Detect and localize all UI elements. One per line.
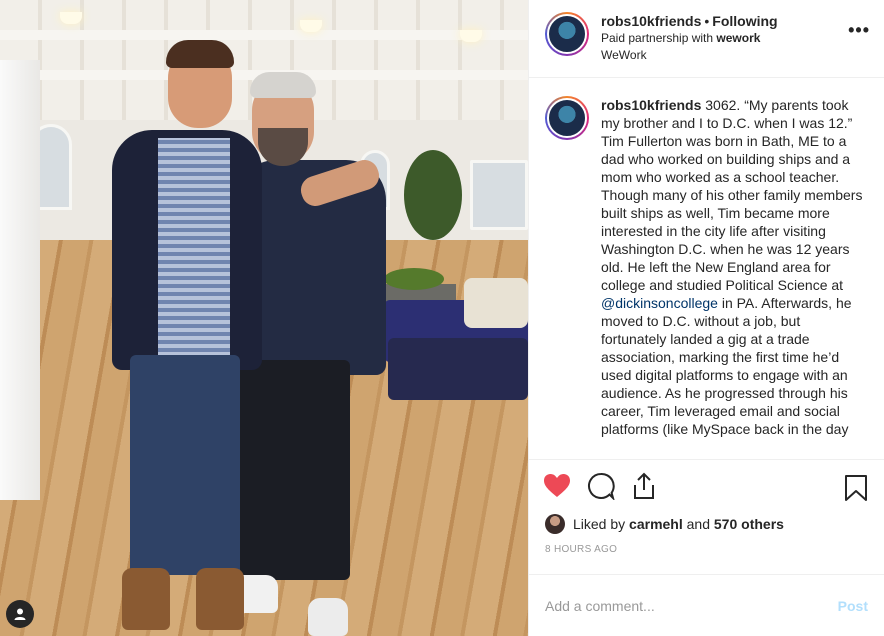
following-button[interactable]: Following xyxy=(712,13,777,29)
instagram-post: robs10kfriends • Following Paid partnershi… xyxy=(0,0,884,636)
avatar[interactable] xyxy=(545,96,589,140)
post-timestamp[interactable]: 8 HOURS AGO xyxy=(529,536,884,574)
likes-prefix: Liked by xyxy=(573,516,626,532)
photo-person xyxy=(196,568,244,630)
share-icon[interactable] xyxy=(631,472,657,500)
mention-link[interactable]: @dickinsoncollege xyxy=(601,295,718,311)
post-photo[interactable] xyxy=(0,0,528,636)
caption-text: in PA. Afterwards, he moved to D.C. with… xyxy=(601,295,852,437)
bookmark-icon[interactable] xyxy=(844,474,868,502)
caption-username[interactable]: robs10kfriends xyxy=(601,97,701,113)
header-username[interactable]: robs10kfriends xyxy=(601,13,701,29)
avatar[interactable] xyxy=(545,12,589,56)
photo-plant xyxy=(384,268,444,290)
photo-ceiling-light xyxy=(300,20,322,32)
caption: robs10kfriends 3062. “My parents took my… xyxy=(601,96,867,459)
action-bar xyxy=(529,460,884,512)
photo-column xyxy=(0,60,40,500)
likes-middle: and xyxy=(686,516,710,532)
comment-input[interactable] xyxy=(545,597,838,614)
photo-person xyxy=(158,138,230,360)
likes-count-link[interactable]: 570 others xyxy=(714,516,784,532)
caption-area: robs10kfriends 3062. “My parents took my… xyxy=(529,78,884,460)
location-link[interactable]: WeWork xyxy=(601,47,778,64)
comment-icon[interactable] xyxy=(587,472,615,500)
avatar-image xyxy=(547,98,587,138)
photo-ceiling-light xyxy=(460,30,482,42)
header-separator: • xyxy=(704,13,710,29)
photo-window xyxy=(470,160,528,230)
header-text: robs10kfriends • Following Paid partnershi… xyxy=(601,13,778,64)
photo-person xyxy=(130,355,240,575)
partnership-prefix: Paid partnership with xyxy=(601,31,717,45)
caption-text: 3062. “My parents took my brother and I … xyxy=(601,97,863,293)
partnership-line: Paid partnership with wework xyxy=(601,30,778,47)
photo-person xyxy=(308,598,348,636)
partner-link[interactable]: wework xyxy=(716,31,760,45)
post-side-panel: robs10kfriends • Following Paid partnershi… xyxy=(528,0,884,636)
photo-person xyxy=(122,568,170,630)
photo-plant xyxy=(404,150,462,240)
photo-sofa xyxy=(388,338,528,400)
avatar-image xyxy=(547,14,587,54)
user-tag-icon[interactable] xyxy=(6,600,34,628)
photo-person xyxy=(250,72,316,98)
more-options-button[interactable]: ••• xyxy=(848,20,870,41)
photo-person xyxy=(166,40,234,68)
post-header: robs10kfriends • Following Paid partnershi… xyxy=(529,0,884,78)
comment-box: Post xyxy=(529,574,884,636)
liker-username[interactable]: carmehl xyxy=(629,516,683,532)
liker-avatar[interactable] xyxy=(545,514,565,534)
photo-person xyxy=(240,360,350,580)
photo-ceiling-light xyxy=(60,12,82,24)
photo-cushion xyxy=(464,278,528,328)
heart-icon[interactable] xyxy=(543,473,571,499)
likes-summary: Liked by carmehl and 570 others xyxy=(529,512,884,536)
post-comment-button[interactable]: Post xyxy=(838,598,868,614)
header-line: robs10kfriends • Following xyxy=(601,13,778,30)
photo-beam xyxy=(0,30,528,40)
